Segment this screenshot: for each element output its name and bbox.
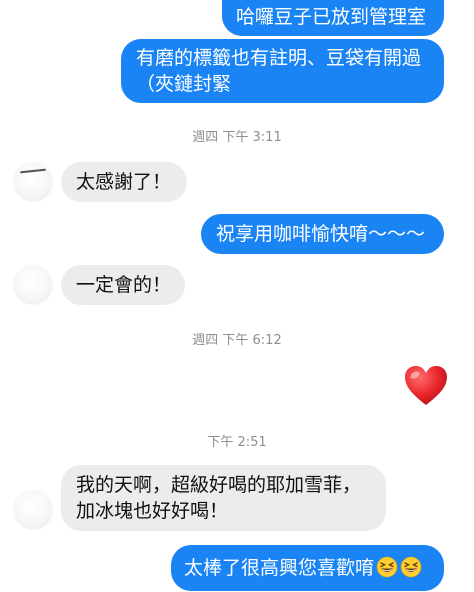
message-text-line: 我的天啊，超級好喝的耶加雪菲， xyxy=(76,474,362,496)
sent-message-bubble[interactable]: 有磨的標籤也有註明、豆袋有開過 （夾鏈封緊 xyxy=(121,39,444,103)
sent-message-bubble[interactable]: 哈囉豆子已放到管理室 xyxy=(222,0,444,36)
message-text: 哈囉豆子已放到管理室 xyxy=(236,6,427,28)
message-text-line: 有磨的標籤也有註明、豆袋有開過 xyxy=(136,47,422,69)
message-text: 太感謝了！ xyxy=(76,171,172,193)
timestamp: 下午 2:51 xyxy=(207,435,267,450)
message-text-line: 加冰塊也好好喝！ xyxy=(76,500,229,522)
message-text: 太棒了很高興您喜歡唷 xyxy=(184,557,375,579)
sent-message-bubble[interactable]: 太棒了很高興您喜歡唷 xyxy=(171,545,444,591)
contact-avatar[interactable] xyxy=(14,163,52,201)
message-text: 一定會的！ xyxy=(76,274,172,296)
heart-icon[interactable] xyxy=(403,364,449,408)
message-text-line: （夾鏈封緊 xyxy=(136,73,232,95)
contact-avatar[interactable] xyxy=(14,491,52,529)
grinning-squinting-face-icon xyxy=(400,556,422,585)
message-text: 祝享用咖啡愉快唷～～～ xyxy=(216,223,426,245)
timestamp: 週四 下午 6:12 xyxy=(192,333,282,348)
received-message-bubble[interactable]: 一定會的！ xyxy=(61,265,185,305)
contact-avatar[interactable] xyxy=(14,266,52,304)
timestamp: 週四 下午 3:11 xyxy=(192,130,282,145)
grinning-squinting-face-icon xyxy=(376,556,398,585)
received-message-bubble[interactable]: 我的天啊，超級好喝的耶加雪菲， 加冰塊也好好喝！ xyxy=(61,465,386,531)
received-message-bubble[interactable]: 太感謝了！ xyxy=(61,162,187,202)
sent-message-bubble[interactable]: 祝享用咖啡愉快唷～～～ xyxy=(201,214,444,254)
